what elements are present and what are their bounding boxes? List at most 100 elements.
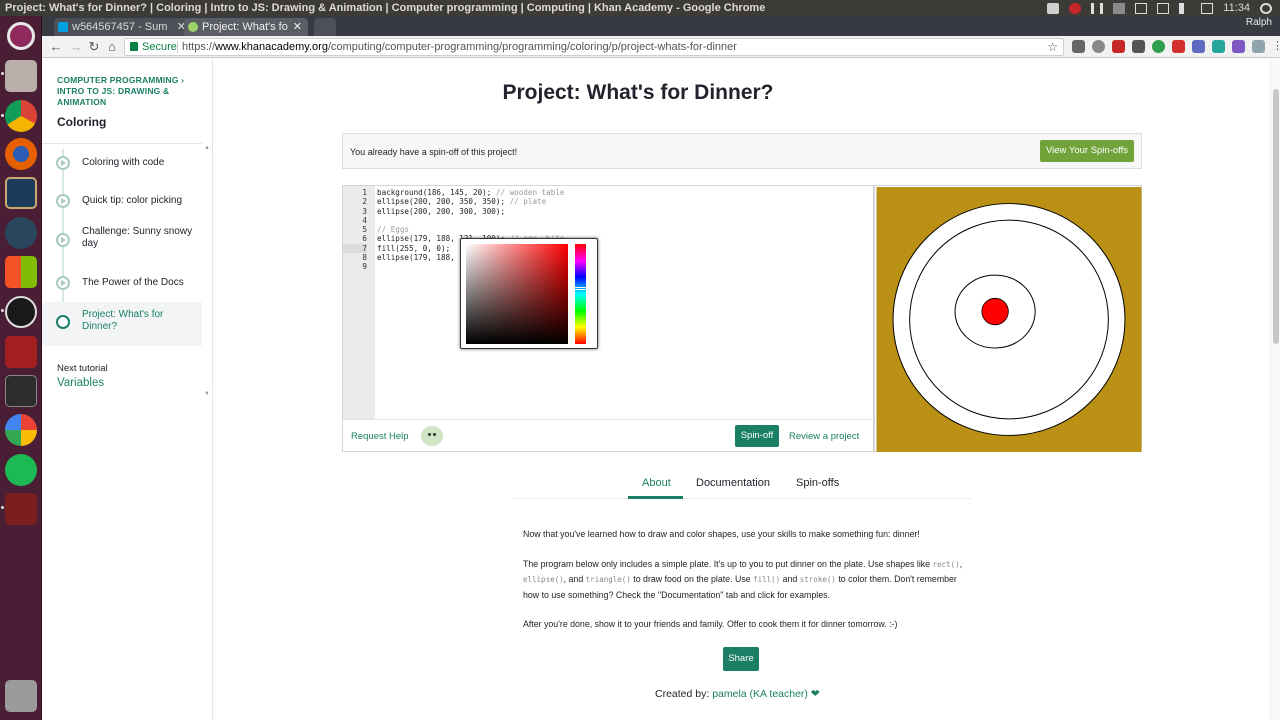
firefox-icon[interactable] [5, 138, 37, 170]
mail-icon[interactable] [1201, 2, 1214, 14]
tutorial-list: Coloring with code Quick tip: color pick… [42, 143, 202, 346]
dropbox-icon[interactable] [1047, 2, 1060, 14]
obs-icon[interactable] [5, 296, 37, 328]
scroll-up-icon[interactable]: ▲ [204, 145, 210, 151]
heart-icon: ❤ [810, 688, 820, 700]
volume-icon[interactable] [1179, 2, 1191, 14]
page: COMPUTER PROGRAMMING › INTRO TO JS: DRAW… [42, 59, 1280, 720]
tab-about[interactable]: About [642, 477, 671, 489]
line-number: 9 [362, 262, 367, 272]
battery-icon[interactable] [1157, 2, 1170, 14]
extension-icon[interactable] [1132, 40, 1145, 53]
tab-label: w564567457 - Sum [72, 21, 168, 33]
spin-off-button[interactable]: Spin-off [735, 425, 779, 447]
reload-button[interactable]: ↻ [86, 39, 102, 55]
sidebar-item-project[interactable]: Project: What's for Dinner? [42, 302, 202, 346]
wine-icon[interactable] [5, 493, 37, 525]
project-icon [56, 315, 70, 329]
extension-icon[interactable] [1152, 40, 1165, 53]
minecraft-icon[interactable] [5, 336, 37, 368]
tab-documentation[interactable]: Documentation [696, 477, 770, 489]
ubuntu-dash-icon[interactable] [7, 22, 35, 50]
windows-icon[interactable] [5, 256, 37, 288]
sidebar-item-power-of-docs[interactable]: The Power of the Docs [42, 264, 202, 302]
scrollbar-thumb[interactable] [1273, 89, 1279, 344]
tab-label: Project: What's fo [202, 21, 288, 33]
author-link[interactable]: pamela (KA teacher) [712, 688, 808, 700]
extension-icon[interactable] [1072, 40, 1085, 53]
breadcrumb-link[interactable]: COMPUTER PROGRAMMING [57, 75, 179, 85]
section-title: Coloring [57, 115, 107, 129]
trash-icon[interactable] [5, 680, 37, 712]
system-top-panel: Project: What's for Dinner? | Coloring |… [0, 0, 1280, 16]
hue-slider[interactable] [575, 244, 586, 344]
play-icon [56, 156, 70, 170]
photos-icon[interactable] [5, 414, 37, 446]
forward-button[interactable]: → [68, 39, 84, 55]
review-project-link[interactable]: Review a project [789, 431, 859, 442]
line-number: 3 [362, 206, 367, 216]
tab-spin-offs[interactable]: Spin-offs [796, 477, 839, 489]
back-button[interactable]: ← [48, 39, 64, 55]
scroll-down-icon[interactable]: ▼ [204, 391, 210, 397]
hue-slider-handle[interactable] [574, 287, 587, 290]
code-editor[interactable]: 1 background(186, 145, 20); // wooden tab… [342, 185, 874, 452]
info-tabs: About Documentation Spin-offs [512, 471, 972, 499]
next-tutorial-link[interactable]: Variables [57, 377, 104, 389]
tab-salesforce[interactable]: w564567457 - Sum ✕ [54, 18, 192, 36]
sidebar-item-coloring-with-code[interactable]: Coloring with code [42, 144, 202, 182]
screen: Project: What's for Dinner? | Coloring |… [0, 0, 1280, 720]
adblock-icon[interactable] [1112, 40, 1125, 53]
profile-button[interactable]: Ralph [1246, 17, 1272, 28]
color-picker[interactable] [460, 238, 598, 349]
terminal-icon[interactable] [5, 375, 37, 407]
extension-icon[interactable] [1232, 40, 1245, 53]
request-help-link[interactable]: Request Help [351, 431, 409, 442]
keyboard-layout-icon[interactable] [1113, 2, 1126, 14]
address-bar[interactable]: Secure https://www.khanacademy.org/compu… [124, 38, 1064, 56]
league-of-legends-icon[interactable] [5, 177, 37, 209]
sidebar-scrollbar[interactable]: ▲ ▼ [204, 145, 210, 401]
chrome-tabstrip: w564567457 - Sum ✕ Project: What's fo ✕ … [42, 16, 1280, 36]
sidebar-item-quick-tip[interactable]: Quick tip: color picking [42, 182, 202, 220]
extension-icon[interactable] [1172, 40, 1185, 53]
extension-icon[interactable] [1092, 40, 1105, 53]
line-number: 7 [343, 243, 367, 254]
chrome-menu-icon[interactable]: ⋮ [1272, 40, 1280, 53]
bluetooth-icon[interactable] [1135, 2, 1148, 14]
secure-label: Secure [142, 41, 177, 53]
close-tab-icon[interactable]: ✕ [293, 18, 302, 36]
steam-icon[interactable] [5, 217, 37, 249]
about-description: Now that you've learned how to draw and … [523, 527, 963, 647]
editor-footer: Request Help Spin-off Review a project [343, 419, 873, 451]
view-spinoffs-button[interactable]: View Your Spin-offs [1040, 140, 1134, 162]
created-by-label: Created by: [655, 688, 710, 700]
new-tab-button[interactable] [314, 18, 336, 36]
salesforce-favicon-icon [58, 22, 68, 32]
saturation-value-picker[interactable] [466, 244, 568, 344]
chrome-status-icon[interactable] [1069, 2, 1082, 14]
program-output-canvas[interactable] [874, 185, 1142, 452]
sidebar-item-label: Coloring with code [82, 157, 165, 168]
share-button[interactable]: Share [723, 647, 759, 671]
extension-icon[interactable] [1212, 40, 1225, 53]
chrome-icon[interactable] [5, 100, 37, 132]
files-icon[interactable] [5, 60, 37, 92]
spotify-icon[interactable] [5, 454, 37, 486]
about-paragraph: Now that you've learned how to draw and … [523, 529, 920, 539]
code-text: // Eggs [377, 225, 410, 235]
extension-icon[interactable] [1252, 40, 1265, 53]
sidebar-item-challenge[interactable]: Challenge: Sunny snowy day [42, 220, 202, 264]
home-button[interactable]: ⌂ [104, 39, 120, 55]
extension-icon[interactable] [1192, 40, 1205, 53]
lock-icon [130, 42, 138, 51]
code-text: ellipse(179, 188, [377, 253, 460, 263]
page-scrollbar[interactable] [1270, 59, 1280, 720]
tab-khan-academy[interactable]: Project: What's fo ✕ [184, 18, 308, 36]
clock[interactable]: 11:34 [1223, 0, 1250, 16]
divider [177, 41, 178, 53]
power-icon[interactable] [1260, 2, 1272, 14]
network-icon[interactable] [1091, 2, 1104, 14]
breadcrumb-link[interactable]: INTRO TO JS: DRAWING & ANIMATION [57, 86, 169, 107]
bookmark-star-icon[interactable]: ☆ [1047, 39, 1058, 55]
